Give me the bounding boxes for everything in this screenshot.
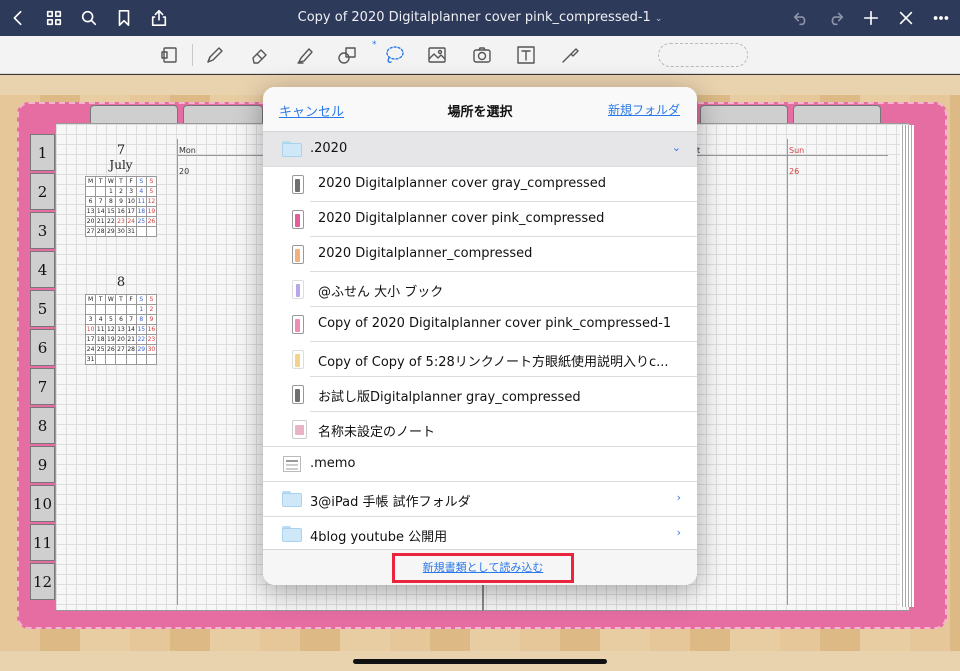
dialog-footer: 新規書類として読み込む bbox=[263, 549, 697, 585]
notebook-row[interactable]: @ふせん 大小 ブック bbox=[263, 272, 697, 307]
notebook-icon bbox=[292, 175, 304, 194]
folder-row[interactable]: 4blog youtube 公開用 › bbox=[263, 517, 697, 549]
folder-row-2020[interactable]: .2020 ⌄ bbox=[263, 132, 697, 167]
notebook-icon bbox=[292, 420, 307, 439]
notebook-icon bbox=[292, 350, 304, 369]
memo-label: .memo bbox=[310, 456, 356, 471]
import-as-new-document-button[interactable]: 新規書類として読み込む bbox=[392, 553, 574, 583]
notebook-label: Copy of 2020 Digitalplanner cover pink_c… bbox=[318, 316, 672, 331]
folder-icon bbox=[282, 141, 302, 157]
chevron-right-icon[interactable]: › bbox=[677, 491, 681, 504]
folder-label: 3@iPad 手帳 試作フォルダ bbox=[310, 495, 471, 510]
notebook-label: 2020 Digitalplanner cover pink_compresse… bbox=[318, 211, 605, 226]
home-indicator[interactable] bbox=[353, 659, 607, 664]
notebook-icon bbox=[292, 315, 304, 334]
dialog-header: キャンセル 場所を選択 新規フォルダ bbox=[263, 87, 697, 132]
new-folder-button[interactable]: 新規フォルダ bbox=[608, 101, 680, 118]
folder-icon bbox=[282, 526, 302, 542]
chevron-down-icon[interactable]: ⌄ bbox=[672, 141, 681, 154]
location-list: .2020 ⌄ 2020 Digitalplanner cover gray_c… bbox=[263, 132, 697, 549]
notebook-icon bbox=[292, 280, 304, 299]
notebook-label: @ふせん 大小 ブック bbox=[318, 285, 444, 300]
notebook-row[interactable]: 2020 Digitalplanner cover pink_compresse… bbox=[263, 202, 697, 237]
notebook-row[interactable]: 2020 Digitalplanner_compressed bbox=[263, 237, 697, 272]
folder-row[interactable]: 3@iPad 手帳 試作フォルダ › bbox=[263, 482, 697, 517]
choose-location-dialog: キャンセル 場所を選択 新規フォルダ .2020 ⌄ 2020 Digitalp… bbox=[263, 87, 697, 585]
notebook-row[interactable]: 2020 Digitalplanner cover gray_compresse… bbox=[263, 167, 697, 202]
notebook-icon bbox=[292, 245, 304, 264]
notebook-row[interactable]: 名称未設定のノート bbox=[263, 412, 697, 447]
folder-icon bbox=[282, 491, 302, 507]
memo-icon bbox=[283, 456, 301, 472]
notebook-icon bbox=[292, 385, 304, 404]
notebook-icon bbox=[292, 210, 304, 229]
notebook-row[interactable]: Copy of Copy of 5:28リンクノート方眼紙使用説明入りc... bbox=[263, 342, 697, 377]
folder-label: .2020 bbox=[310, 141, 348, 156]
notebook-label: お試し版Digitalplanner gray_compressed bbox=[318, 390, 581, 405]
memo-row[interactable]: .memo bbox=[263, 447, 697, 482]
chevron-right-icon[interactable]: › bbox=[677, 526, 681, 539]
notebook-label: 名称未設定のノート bbox=[318, 425, 436, 440]
folder-label: 4blog youtube 公開用 bbox=[310, 530, 448, 545]
notebook-row[interactable]: お試し版Digitalplanner gray_compressed bbox=[263, 377, 697, 412]
notebook-label: 2020 Digitalplanner_compressed bbox=[318, 246, 533, 261]
notebook-row[interactable]: Copy of 2020 Digitalplanner cover pink_c… bbox=[263, 307, 697, 342]
notebook-label: Copy of Copy of 5:28リンクノート方眼紙使用説明入りc... bbox=[318, 355, 669, 370]
notebook-label: 2020 Digitalplanner cover gray_compresse… bbox=[318, 176, 607, 191]
